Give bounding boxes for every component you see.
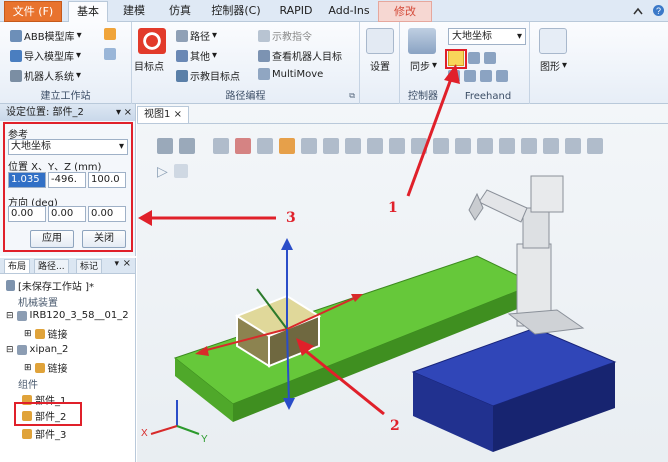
gizmo-z-arrow — [281, 238, 293, 250]
ribbon: ABB模型库 ▾ 导入模型库 ▾ 机器人系统 ▾ 建立工作站 目标点 路径 ▾ 其他 ▾ … — [0, 22, 668, 104]
tab-tags[interactable]: 标记 — [76, 259, 103, 274]
import-geometry-icon[interactable] — [104, 28, 116, 40]
import-library-button[interactable]: 导入模型库 ▾ — [10, 48, 81, 63]
tree-components: 组件 — [18, 380, 38, 391]
link-icon — [34, 362, 45, 373]
view-robot-target-button[interactable]: 查看机器人目标 — [258, 48, 342, 63]
sync-button[interactable]: 同步 ▾ — [410, 58, 437, 73]
annotation-label-2: 2 — [390, 418, 400, 434]
world-y-axis — [176, 425, 200, 435]
station-icon — [6, 280, 15, 291]
highlight-box-3 — [3, 122, 133, 252]
target-point-icon[interactable] — [138, 28, 166, 54]
jog-linear-icon[interactable] — [448, 70, 460, 82]
settings-button[interactable]: 设置 — [370, 58, 390, 73]
pin-icon[interactable]: ▾ — [116, 104, 121, 121]
tree-robot[interactable]: ⊟ IRB120_3_58__01_2 — [6, 310, 129, 321]
group-path-programming: 目标点 路径 ▾ 其他 ▾ 示教目标点 示教指令 查看机器人目标 MultiMove… — [132, 22, 360, 104]
view-target-icon — [258, 49, 270, 62]
path-icon — [176, 29, 188, 42]
move-icon[interactable] — [448, 50, 464, 66]
part-icon — [22, 428, 32, 439]
layout-tabs: 布局 路径... 标记 ▾ × — [0, 258, 135, 274]
robot-tool[interactable] — [468, 192, 484, 221]
teach-target-icon — [176, 69, 188, 82]
gizmo-arrow — [283, 398, 295, 410]
highlight-box-part2 — [14, 402, 82, 426]
multi-robot-jog-icon[interactable] — [480, 70, 492, 82]
annotation-label-3: 3 — [286, 210, 296, 226]
tab-modeling[interactable]: 建模 — [114, 1, 154, 22]
frame-icon[interactable] — [104, 48, 116, 60]
jog-joint-icon[interactable] — [484, 52, 496, 64]
scene: X Y — [141, 175, 617, 452]
path-button[interactable]: 路径 ▾ — [176, 28, 217, 43]
robot-mount — [507, 309, 585, 335]
jog-reorient-icon[interactable] — [464, 70, 476, 82]
robot-library-icon — [10, 29, 22, 42]
multimove-button[interactable]: MultiMove — [258, 68, 323, 80]
tree-link-1[interactable]: ⊞ 链接 — [24, 326, 68, 341]
tab-basic[interactable]: 基本 — [68, 1, 108, 23]
help-caret-icon[interactable] — [632, 5, 644, 17]
tab-file[interactable]: 文件 (F) — [4, 1, 62, 22]
world-x-axis — [150, 425, 178, 435]
robot-icon — [16, 310, 27, 321]
close-icon[interactable]: × — [124, 104, 132, 121]
dialog-launcher-icon[interactable]: ⧉ — [349, 91, 355, 101]
coordinate-select[interactable]: 大地坐标 ▾ — [448, 28, 526, 45]
other-icon — [176, 49, 188, 62]
axis-y-label: Y — [201, 434, 208, 445]
group-freehand: 同步 ▾ 大地坐标 ▾ 控制器 Freehand — [400, 22, 530, 104]
tree-xipan[interactable]: ⊟ xipan_2 — [6, 344, 68, 355]
tree-link-2[interactable]: ⊞ 链接 — [24, 360, 68, 375]
settings-icon[interactable] — [366, 28, 394, 54]
target-point-button[interactable]: 目标点 — [134, 58, 164, 73]
tab-modify[interactable]: 修改 — [378, 1, 432, 22]
other-button[interactable]: 其他 ▾ — [176, 48, 217, 63]
abb-library-button[interactable]: ABB模型库 ▾ — [10, 28, 82, 43]
ribbon-tab-bar: 文件 (F) 基本 建模 仿真 控制器(C) RAPID Add-Ins 修改 … — [0, 0, 668, 23]
tab-addins[interactable]: Add-Ins — [324, 1, 374, 22]
robot-shoulder[interactable] — [530, 175, 564, 213]
graphics-icon[interactable] — [539, 28, 567, 54]
robot-arm-1[interactable] — [522, 207, 550, 249]
set-position-panel: 设定位置: 部件_2 ▾ × 参考 大地坐标 ▾ 位置 X、Y、Z (mm) 1.03… — [0, 104, 136, 256]
axis-x-label: X — [141, 428, 148, 439]
sync-icon[interactable] — [408, 28, 436, 54]
link-icon — [34, 328, 45, 339]
system-icon — [10, 69, 22, 82]
svg-text:?: ? — [656, 6, 661, 16]
robot-jog-icon[interactable] — [496, 70, 508, 82]
close-icon[interactable]: × — [123, 258, 131, 269]
tab-simulation[interactable]: 仿真 — [160, 1, 200, 22]
pin-icon[interactable]: ▾ — [114, 259, 119, 269]
teach-target-button[interactable]: 示教目标点 — [176, 68, 240, 83]
tree-station[interactable]: [未保存工作站 ]* — [6, 278, 94, 293]
group-build-station: ABB模型库 ▾ 导入模型库 ▾ 机器人系统 ▾ 建立工作站 — [0, 22, 132, 104]
import-icon — [10, 49, 22, 62]
tab-paths[interactable]: 路径... — [34, 259, 69, 274]
rotate-icon[interactable] — [468, 52, 480, 64]
tree-part-3[interactable]: 部件_3 — [22, 426, 66, 441]
tool-icon — [16, 344, 27, 355]
tab-controller[interactable]: 控制器(C) — [206, 1, 266, 22]
group-settings: 设置 — [360, 22, 400, 104]
set-position-header: 设定位置: 部件_2 ▾ × — [0, 104, 135, 121]
group-graphics: 图形 ▾ — [530, 22, 576, 104]
robot-system-button[interactable]: 机器人系统 ▾ — [10, 68, 81, 83]
robot-arm-2[interactable] — [478, 189, 528, 223]
graphics-button[interactable]: 图形 ▾ — [540, 58, 567, 73]
teach-instruction-button[interactable]: 示教指令 — [258, 28, 312, 43]
layout-panel: 布局 路径... 标记 ▾ × [未保存工作站 ]* 机械装置 ⊟ IRB120_… — [0, 258, 136, 462]
tab-rapid[interactable]: RAPID — [274, 1, 318, 22]
annotation-label-1: 1 — [388, 200, 398, 216]
tree-mechanisms: 机械装置 — [18, 298, 58, 309]
viewport-3d[interactable]: 视图1 × ▷ X Y — [137, 104, 668, 462]
multimove-icon — [258, 68, 270, 80]
tab-layout[interactable]: 布局 — [4, 259, 31, 274]
teach-instruction-icon — [258, 29, 270, 42]
help-icon[interactable]: ? — [652, 4, 665, 17]
